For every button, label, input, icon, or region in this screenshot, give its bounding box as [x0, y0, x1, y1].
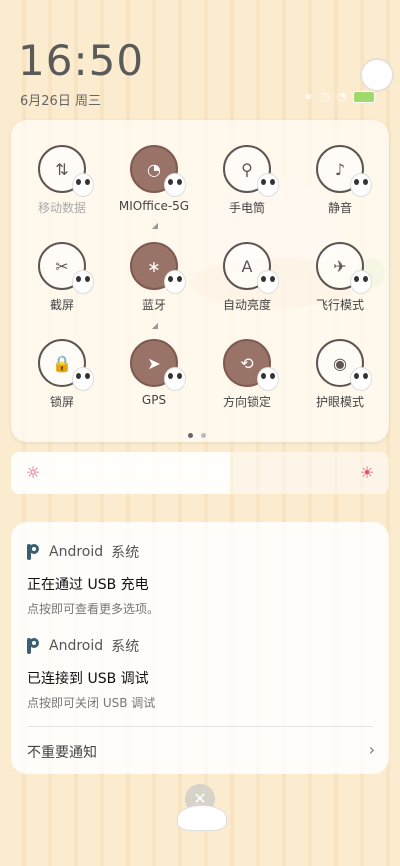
bluetooth-icon: ∗ — [130, 242, 186, 294]
notification-usb-charging[interactable]: Android 系统 正在通过 USB 充电 点按即可查看更多选项。 — [27, 542, 159, 617]
status-bar: 16:50 6月26日 周三 ∗ ◷ ◔ — [0, 0, 400, 115]
panda-badge — [257, 367, 279, 391]
tile-label: MIOffice-5G — [118, 199, 190, 213]
wifi-icon: ◔ — [130, 145, 186, 197]
panda-badge — [164, 367, 186, 391]
system-icons: ∗ ◷ ◔ — [304, 90, 376, 103]
panda-badge — [350, 173, 372, 197]
bluetooth-icon: ∗ — [304, 90, 314, 103]
brightness-high-icon: ☀ — [359, 463, 375, 482]
notification-app-suffix: 系统 — [111, 639, 140, 655]
clock: 16:50 — [18, 36, 145, 85]
flashlight-icon: ⚲ — [223, 145, 279, 197]
tile-mobile-data[interactable]: ⇅ 移动数据 — [22, 145, 102, 216]
notification-usb-debugging[interactable]: Android 系统 已连接到 USB 调试 点按即可关闭 USB 调试 — [27, 636, 155, 711]
brightness-low-icon: ☼ — [25, 463, 41, 482]
tile-eye[interactable]: ◉ 护眼模式 — [300, 339, 380, 410]
tile-label: 飞行模式 — [315, 298, 364, 312]
battery-icon — [353, 90, 376, 103]
panda-badge — [164, 270, 186, 294]
tile-expand-icon: ◢ — [151, 221, 159, 230]
notification-app-suffix: 系统 — [111, 545, 140, 561]
panda-badge — [350, 270, 372, 294]
tile-auto-brightness[interactable]: A 自动亮度 — [207, 242, 287, 313]
date: 6月26日 周三 — [20, 94, 101, 109]
screenshot-icon: ✂ — [38, 242, 94, 294]
android-system-icon — [27, 544, 41, 560]
page-dot — [188, 433, 193, 438]
panda-badge — [72, 173, 94, 197]
rotation-lock-icon: ⟲ — [223, 339, 279, 391]
location-icon: ➤ — [130, 339, 186, 391]
eye-icon: ◉ — [316, 339, 372, 391]
tile-label: 移动数据 — [37, 201, 86, 215]
notification-title: 已连接到 USB 调试 — [27, 671, 149, 687]
notification-title: 正在通过 USB 充电 — [27, 577, 149, 593]
notification-app: Android — [49, 544, 104, 560]
panda-badge — [164, 173, 186, 197]
alarm-icon: ◷ — [320, 90, 330, 103]
tile-label: 自动亮度 — [222, 298, 271, 312]
bell-icon: ♪ — [316, 145, 372, 197]
panda-badge — [257, 173, 279, 197]
notification-card: Android 系统 正在通过 USB 充电 点按即可查看更多选项。 Andro… — [11, 522, 389, 774]
airplane-icon: ✈ — [316, 242, 372, 294]
android-system-icon — [27, 638, 41, 654]
tile-label: 手电筒 — [228, 201, 265, 215]
notification-subtitle: 点按即可查看更多选项。 — [27, 602, 160, 616]
user-avatar[interactable] — [360, 58, 394, 92]
tile-label: GPS — [141, 393, 167, 407]
mobile-data-icon: ⇅ — [38, 145, 94, 197]
tile-label: 护眼模式 — [315, 395, 364, 409]
tile-label: 锁屏 — [49, 395, 74, 409]
brightness-slider[interactable]: ☼ ☀ — [11, 452, 389, 494]
tile-flashlight[interactable]: ⚲ 手电筒 — [207, 145, 287, 216]
lock-icon: 🔒 — [38, 339, 94, 391]
panda-badge — [72, 270, 94, 294]
panda-badge — [350, 367, 372, 391]
divider — [27, 726, 373, 727]
wifi-icon: ◔ — [336, 90, 347, 103]
tile-label: 蓝牙 — [141, 298, 166, 312]
tile-screenshot[interactable]: ✂ 截屏 — [22, 242, 102, 313]
notification-app: Android — [49, 638, 104, 654]
tile-bluetooth[interactable]: ∗ 蓝牙 ◢ — [114, 242, 194, 332]
tile-label: 截屏 — [49, 298, 74, 312]
tile-location[interactable]: ➤ GPS — [114, 339, 194, 407]
tile-lock[interactable]: 🔒 锁屏 — [22, 339, 102, 410]
tile-bell[interactable]: ♪ 静音 — [300, 145, 380, 216]
chevron-right-icon[interactable]: › — [369, 740, 375, 759]
page-indicator — [188, 433, 206, 438]
notification-subtitle: 点按即可关闭 USB 调试 — [27, 696, 156, 710]
auto-brightness-icon: A — [223, 242, 279, 294]
tile-wifi[interactable]: ◔ MIOffice-5G ◢ — [114, 145, 194, 232]
unimportant-notifications-link[interactable]: 不重要通知 — [27, 742, 97, 762]
panda-badge — [72, 367, 94, 391]
tile-label: 方向锁定 — [222, 395, 271, 409]
page-dot — [201, 433, 206, 438]
tile-rotation-lock[interactable]: ⟲ 方向锁定 — [207, 339, 287, 410]
panda-badge — [257, 270, 279, 294]
tile-airplane[interactable]: ✈ 飞行模式 — [300, 242, 380, 313]
tile-expand-icon: ◢ — [151, 321, 159, 330]
tile-label: 静音 — [327, 201, 352, 215]
panda-decoration — [177, 805, 227, 831]
